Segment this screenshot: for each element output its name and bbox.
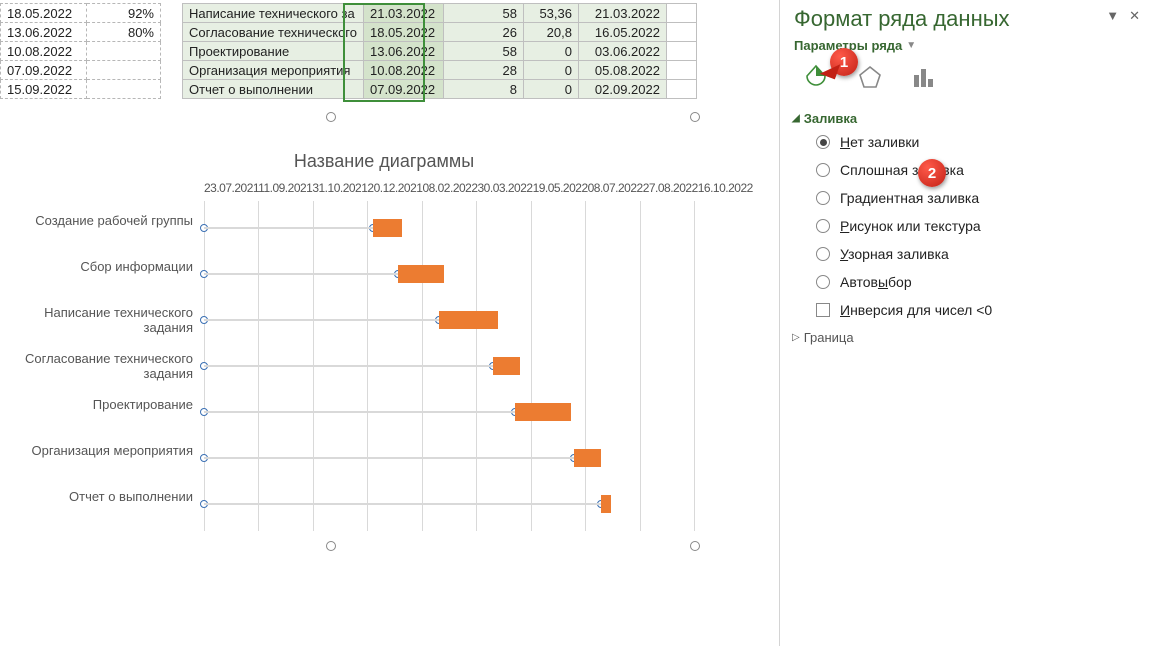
radio-solid-fill[interactable]: Сплошная заливка xyxy=(816,162,1144,178)
x-axis-labels: 23.07.202111.09.202131.10.202120.12.2021… xyxy=(204,181,694,195)
triangle-down-icon: ◢ xyxy=(792,113,800,124)
p-cell[interactable] xyxy=(666,80,696,99)
radio-gradient-label: Градиентная заливка xyxy=(840,190,979,206)
date-cell[interactable]: 07.09.2022 xyxy=(1,61,87,80)
radio-picture-fill[interactable]: Рисунок или текстура xyxy=(816,218,1144,234)
p-cell[interactable] xyxy=(666,23,696,42)
p-cell[interactable] xyxy=(666,42,696,61)
n-cell[interactable]: 0 xyxy=(523,61,578,80)
radio-picture-label: исунок или текстура xyxy=(849,218,980,234)
series-options-tab-icon[interactable] xyxy=(910,63,938,91)
series-duration-bar[interactable] xyxy=(439,311,498,329)
pct-cell[interactable]: 80% xyxy=(87,23,161,42)
series-duration-bar[interactable] xyxy=(493,357,520,375)
date-cell[interactable]: 18.05.2022 xyxy=(1,4,87,23)
pct-cell[interactable] xyxy=(87,80,161,99)
l-cell[interactable]: 21.03.2022 xyxy=(363,4,443,23)
radio-icon xyxy=(816,275,830,289)
pct-cell[interactable]: 92% xyxy=(87,4,161,23)
pane-close-icon[interactable]: ✕ xyxy=(1129,8,1140,24)
chart-title[interactable]: Название диаграммы xyxy=(0,151,768,172)
radio-icon xyxy=(816,163,830,177)
task-cell[interactable]: Согласование технического xyxy=(183,23,364,42)
plot-area[interactable] xyxy=(204,201,694,531)
marker-2-label: 2 xyxy=(928,165,936,182)
callout-marker-2: 2 xyxy=(918,159,946,187)
format-pane: ▼ ✕ Формат ряда данных Параметры ряда ▼ xyxy=(779,0,1156,646)
radio-pattern-fill[interactable]: Узорная заливка xyxy=(816,246,1144,262)
task-cell[interactable]: Отчет о выполнении xyxy=(183,80,364,99)
m-cell[interactable]: 26 xyxy=(443,23,523,42)
series-duration-bar[interactable] xyxy=(373,219,402,237)
grid-left[interactable]: 18.05.202292%13.06.202280%10.08.202207.0… xyxy=(0,3,161,99)
radio-gradient-fill[interactable]: Градиентная заливка xyxy=(816,190,1144,206)
o-cell[interactable]: 03.06.2022 xyxy=(578,42,666,61)
radio-no-fill[interactable]: Нет заливки xyxy=(816,134,1144,150)
date-cell[interactable]: 13.06.2022 xyxy=(1,23,87,42)
section-fill-label: Заливка xyxy=(804,111,857,126)
chart-object[interactable]: Название диаграммы 23.07.202111.09.20213… xyxy=(0,117,768,561)
n-cell[interactable]: 53,36 xyxy=(523,4,578,23)
section-fill[interactable]: ◢ Заливка xyxy=(792,111,1144,126)
spreadsheet-area[interactable]: 18.05.202292%13.06.202280%10.08.202207.0… xyxy=(0,0,779,117)
o-cell[interactable]: 02.09.2022 xyxy=(578,80,666,99)
m-cell[interactable]: 58 xyxy=(443,42,523,61)
radio-icon xyxy=(816,135,830,149)
pct-cell[interactable] xyxy=(87,42,161,61)
o-cell[interactable]: 16.05.2022 xyxy=(578,23,666,42)
category-label: Сбор информации xyxy=(0,259,193,274)
l-cell[interactable]: 07.09.2022 xyxy=(363,80,443,99)
task-cell[interactable]: Организация мероприятия xyxy=(183,61,364,80)
category-label: Проектирование xyxy=(0,397,193,412)
radio-auto-fill[interactable]: Автовыбор xyxy=(816,274,1144,290)
check-invert-negative[interactable]: Инверсия для чисел <0 xyxy=(816,302,1144,318)
radio-auto-label: бор xyxy=(888,274,912,290)
pane-dropdown-icon[interactable]: ▼ xyxy=(1106,8,1119,24)
series-duration-bar[interactable] xyxy=(601,495,611,513)
pane-title: Формат ряда данных xyxy=(794,6,1144,32)
p-cell[interactable] xyxy=(666,61,696,80)
category-label: Отчет о выполнении xyxy=(0,489,193,504)
pct-cell[interactable] xyxy=(87,61,161,80)
series-duration-bar[interactable] xyxy=(398,265,445,283)
series-duration-bar[interactable] xyxy=(574,449,601,467)
check-invert-label: нверсия для чисел <0 xyxy=(850,302,992,318)
m-cell[interactable]: 58 xyxy=(443,4,523,23)
effects-tab-icon[interactable] xyxy=(856,63,884,91)
radio-icon xyxy=(816,191,830,205)
n-cell[interactable]: 0 xyxy=(523,42,578,61)
date-cell[interactable]: 10.08.2022 xyxy=(1,42,87,61)
grid-right[interactable]: Написание технического за21.03.20225853,… xyxy=(182,3,697,99)
category-label: Создание рабочей группы xyxy=(0,213,193,228)
triangle-right-icon: ▷ xyxy=(792,332,800,343)
marker-1-label: 1 xyxy=(840,54,848,71)
n-cell[interactable]: 0 xyxy=(523,80,578,99)
n-cell[interactable]: 20,8 xyxy=(523,23,578,42)
category-label: Организация мероприятия xyxy=(0,443,193,458)
category-label: Согласование технического задания xyxy=(0,351,193,381)
chevron-down-icon: ▼ xyxy=(906,40,916,51)
section-border-label: Граница xyxy=(804,330,854,345)
section-border[interactable]: ▷ Граница xyxy=(792,330,1144,345)
task-cell[interactable]: Написание технического за xyxy=(183,4,364,23)
l-cell[interactable]: 18.05.2022 xyxy=(363,23,443,42)
radio-icon xyxy=(816,219,830,233)
radio-icon xyxy=(816,247,830,261)
radio-pattern-label: зорная заливка xyxy=(848,246,949,262)
checkbox-icon xyxy=(816,303,830,317)
o-cell[interactable]: 05.08.2022 xyxy=(578,61,666,80)
radio-no-fill-label: ет заливки xyxy=(850,134,919,150)
m-cell[interactable]: 8 xyxy=(443,80,523,99)
callout-marker-1: 1 xyxy=(830,48,858,76)
date-cell[interactable]: 15.09.2022 xyxy=(1,80,87,99)
task-cell[interactable]: Проектирование xyxy=(183,42,364,61)
o-cell[interactable]: 21.03.2022 xyxy=(578,4,666,23)
series-duration-bar[interactable] xyxy=(515,403,571,421)
l-cell[interactable]: 13.06.2022 xyxy=(363,42,443,61)
category-label: Написание технического задания xyxy=(0,305,193,335)
p-cell[interactable] xyxy=(666,4,696,23)
m-cell[interactable]: 28 xyxy=(443,61,523,80)
l-cell[interactable]: 10.08.2022 xyxy=(363,61,443,80)
